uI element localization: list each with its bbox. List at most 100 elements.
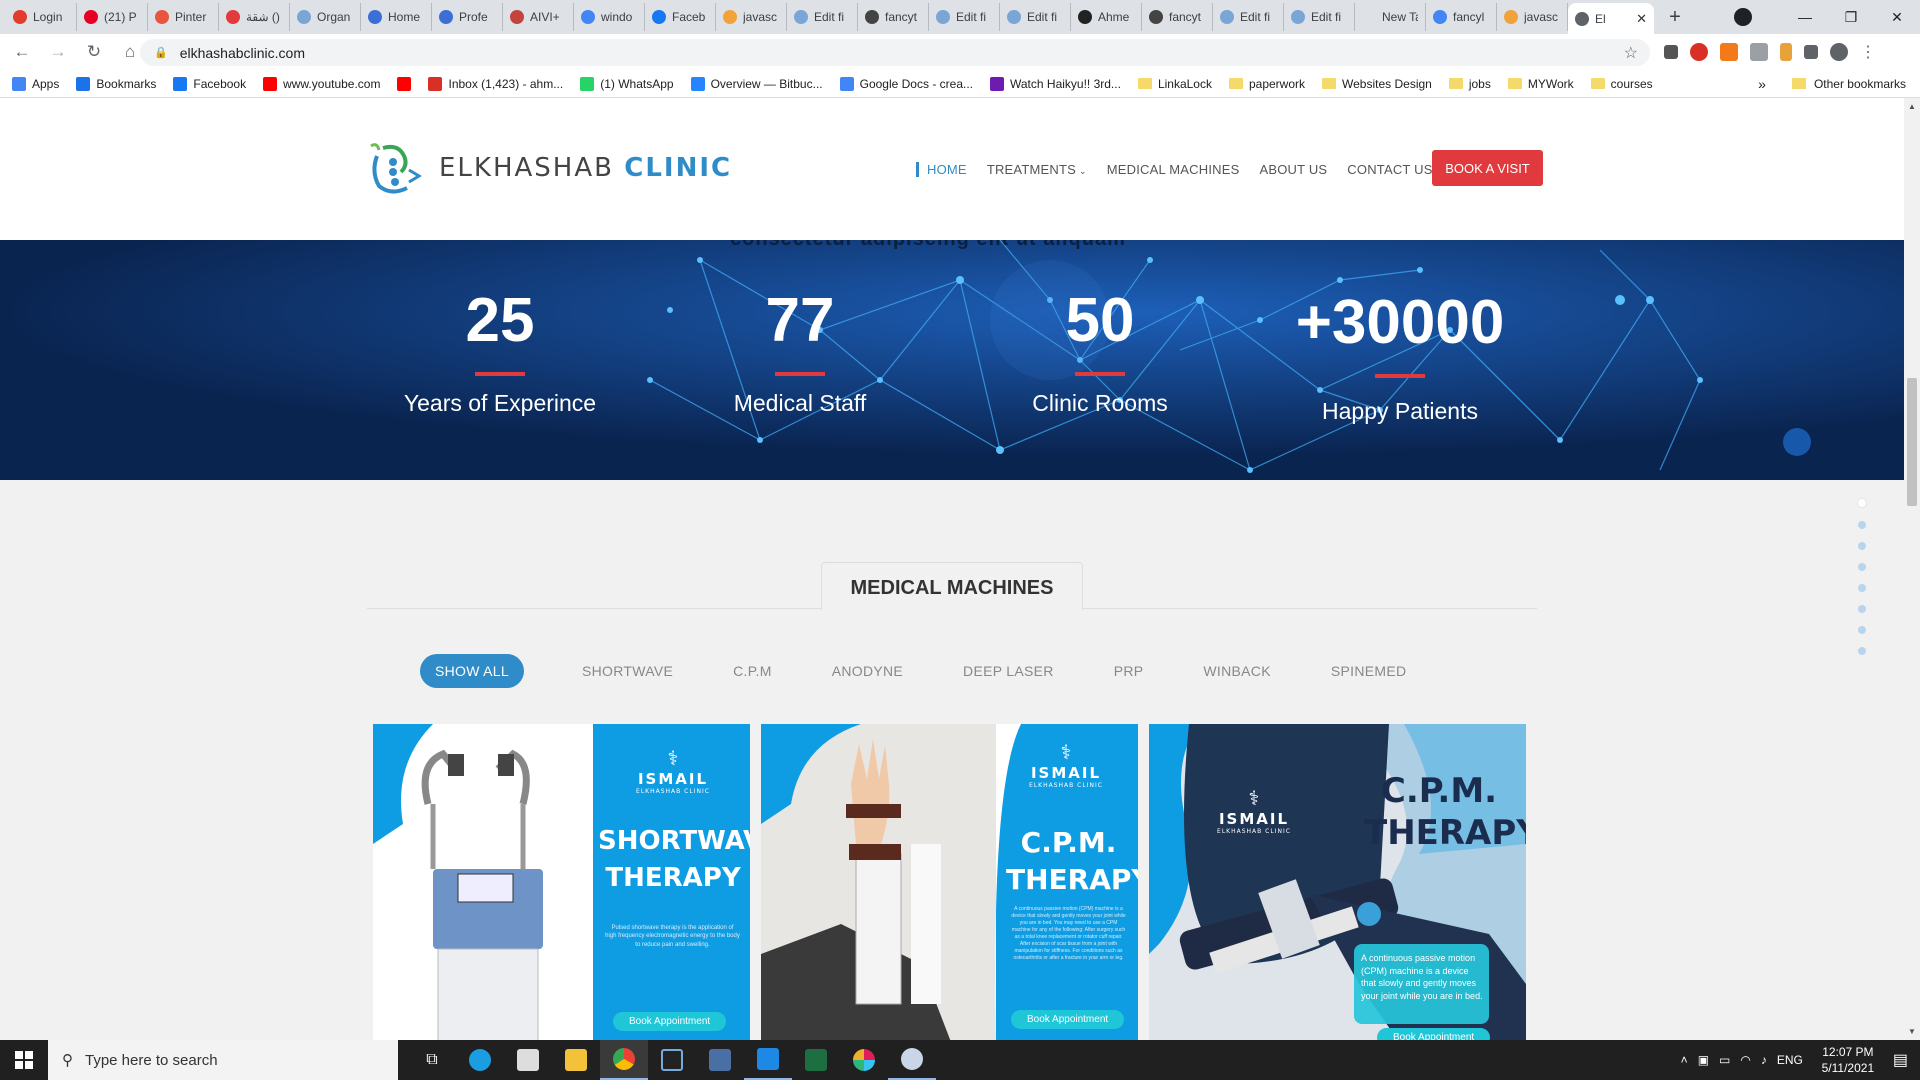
nav-dot[interactable] bbox=[1858, 563, 1866, 571]
browser-tab[interactable]: Edit fi bbox=[1284, 3, 1355, 31]
filter-tab[interactable]: SPINEMED bbox=[1331, 654, 1407, 688]
browser-tab[interactable]: New Tab bbox=[1355, 3, 1426, 31]
browser-tab[interactable]: javasc bbox=[716, 3, 787, 31]
store-icon[interactable] bbox=[504, 1040, 552, 1080]
nav-dot[interactable] bbox=[1858, 647, 1866, 655]
nav-dot[interactable] bbox=[1858, 521, 1866, 529]
bookmark-item[interactable]: MYWork bbox=[1507, 77, 1574, 91]
site-logo[interactable]: ELKHASHAB CLINIC bbox=[363, 136, 732, 200]
bookmark-item[interactable]: Watch Haikyu!! 3rd... bbox=[990, 76, 1121, 91]
book-appointment-button[interactable]: Book Appointment bbox=[1011, 1010, 1125, 1029]
browser-tab[interactable]: Home bbox=[361, 3, 432, 31]
bookmark-star-icon[interactable]: ☆ bbox=[1624, 43, 1638, 63]
scroll-thumb[interactable] bbox=[1907, 378, 1917, 506]
browser-tab-active[interactable]: El ✕ bbox=[1568, 3, 1654, 35]
windows-start-icon[interactable] bbox=[0, 1051, 48, 1069]
machine-card-shortwave[interactable]: ⚕ ISMAIL ELKHASHAB CLINIC SHORTWAVE THER… bbox=[373, 724, 750, 1040]
bookmark-item[interactable]: Apps bbox=[12, 76, 59, 91]
language-indicator[interactable]: ENG bbox=[1777, 1053, 1803, 1067]
nav-dot[interactable] bbox=[1857, 498, 1867, 508]
bookmark-item[interactable]: Facebook bbox=[173, 76, 246, 91]
browser-tab[interactable]: Edit fi bbox=[1000, 3, 1071, 31]
bookmark-item[interactable]: www.youtube.com bbox=[263, 76, 380, 91]
browser-tab[interactable]: fancyt bbox=[858, 3, 929, 31]
clock[interactable]: 12:07 PM 5/11/2021 bbox=[1813, 1044, 1883, 1076]
bookmark-item[interactable]: Bookmarks bbox=[76, 76, 156, 91]
nav-link[interactable]: HOME bbox=[916, 162, 967, 177]
book-appointment-button[interactable]: Book Appointment bbox=[1377, 1028, 1491, 1040]
page-scrollbar[interactable]: ▲ ▼ bbox=[1904, 98, 1920, 1040]
browser-tab[interactable]: Pinter bbox=[148, 3, 219, 31]
nav-link[interactable]: MEDICAL MACHINES bbox=[1107, 162, 1240, 177]
machine-card-cpm-2[interactable]: ⚕ ISMAIL ELKHASHAB CLINIC C.P.M. THERAPY… bbox=[1149, 724, 1526, 1040]
maximize-icon[interactable]: ❐ bbox=[1828, 9, 1874, 26]
off-extension-icon[interactable] bbox=[1720, 43, 1738, 61]
address-bar[interactable]: 🔒 elkhashabclinic.com ☆ bbox=[140, 39, 1650, 66]
vscode-icon[interactable] bbox=[744, 1040, 792, 1080]
bookmark-item[interactable]: paperwork bbox=[1228, 77, 1305, 91]
reload-icon[interactable]: ↻ bbox=[80, 42, 108, 62]
bookmark-item[interactable]: (1) WhatsApp bbox=[580, 76, 674, 91]
file-explorer-icon[interactable] bbox=[552, 1040, 600, 1080]
bookmark-item[interactable]: courses bbox=[1590, 77, 1653, 91]
browser-tab[interactable]: Edit fi bbox=[1213, 3, 1284, 31]
bookmark-item[interactable]: Google Docs - crea... bbox=[839, 76, 973, 91]
bookmark-item[interactable]: Websites Design bbox=[1322, 77, 1432, 91]
nav-dot[interactable] bbox=[1858, 542, 1866, 550]
browser-tab[interactable]: windo bbox=[574, 3, 645, 31]
browser-tab[interactable]: javasc bbox=[1497, 3, 1568, 31]
scroll-up-icon[interactable]: ▲ bbox=[1908, 102, 1916, 111]
nav-link[interactable]: ABOUT US bbox=[1259, 162, 1327, 177]
forward-icon[interactable]: → bbox=[44, 42, 72, 62]
book-a-visit-button[interactable]: BOOK A VISIT bbox=[1432, 150, 1543, 186]
browser-tab[interactable]: AIVI+ bbox=[503, 3, 574, 31]
eyedropper-extension-icon[interactable] bbox=[1664, 45, 1678, 59]
terminal-icon[interactable] bbox=[648, 1040, 696, 1080]
adblock-extension-icon[interactable] bbox=[1690, 43, 1708, 61]
filter-tab[interactable]: WINBACK bbox=[1203, 654, 1270, 688]
tray-expand-icon[interactable]: ˄ bbox=[1681, 1053, 1688, 1067]
machine-card-cpm[interactable]: ⚕ ISMAIL ELKHASHAB CLINIC C.P.M. THERAPY… bbox=[761, 724, 1138, 1040]
edge-icon[interactable] bbox=[456, 1040, 504, 1080]
browser-tab[interactable]: fancyt bbox=[1142, 3, 1213, 31]
paint-icon[interactable] bbox=[888, 1040, 936, 1080]
bookmark-item[interactable]: jobs bbox=[1448, 77, 1491, 91]
browser-tab[interactable]: Faceb bbox=[645, 3, 716, 31]
nav-dot[interactable] bbox=[1858, 626, 1866, 634]
minimize-icon[interactable]: — bbox=[1782, 9, 1828, 25]
scroll-down-icon[interactable]: ▼ bbox=[1908, 1027, 1916, 1036]
profile-menu-icon[interactable] bbox=[1734, 8, 1752, 26]
browser-tab[interactable]: Login bbox=[6, 3, 77, 31]
browser-tab[interactable]: شقة () bbox=[219, 3, 290, 31]
shield-extension-icon[interactable] bbox=[1750, 43, 1768, 61]
filter-tab[interactable]: SHORTWAVE bbox=[582, 654, 673, 688]
slack-icon[interactable] bbox=[840, 1040, 888, 1080]
wifi-icon[interactable]: ◠ bbox=[1740, 1053, 1750, 1067]
volume-icon[interactable]: ♪ bbox=[1761, 1053, 1767, 1067]
bookmark-item[interactable] bbox=[397, 76, 412, 91]
filter-tab[interactable]: C.P.M bbox=[733, 654, 772, 688]
task-view-icon[interactable]: ⧉ bbox=[408, 1040, 456, 1080]
new-tab-button[interactable]: + bbox=[1660, 6, 1690, 29]
browser-tab[interactable]: fancyl bbox=[1426, 3, 1497, 31]
back-icon[interactable]: ← bbox=[8, 42, 36, 62]
battery-icon[interactable]: ▭ bbox=[1719, 1053, 1730, 1067]
chrome-menu-icon[interactable]: ⋮ bbox=[1860, 42, 1876, 62]
book-appointment-button[interactable]: Book Appointment bbox=[613, 1012, 727, 1031]
browser-tab[interactable]: Edit fi bbox=[787, 3, 858, 31]
profile-avatar[interactable] bbox=[1830, 43, 1848, 61]
bookmark-item[interactable]: LinkaLock bbox=[1137, 77, 1212, 91]
filter-tab[interactable]: DEEP LASER bbox=[963, 654, 1054, 688]
browser-tab[interactable]: Organ bbox=[290, 3, 361, 31]
filter-tab[interactable]: PRP bbox=[1114, 654, 1144, 688]
filter-tab[interactable]: ANODYNE bbox=[832, 654, 903, 688]
bookmark-item[interactable]: Overview — Bitbuc... bbox=[690, 76, 823, 91]
filter-tab[interactable]: SHOW ALL bbox=[420, 654, 524, 688]
close-window-icon[interactable]: ✕ bbox=[1874, 9, 1920, 26]
browser-tab[interactable]: Edit fi bbox=[929, 3, 1000, 31]
bookmark-item[interactable]: Inbox (1,423) - ahm... bbox=[428, 76, 563, 91]
other-bookmarks[interactable]: Other bookmarks bbox=[1814, 77, 1906, 91]
excel-icon[interactable] bbox=[792, 1040, 840, 1080]
nav-link[interactable]: CONTACT US bbox=[1347, 162, 1432, 177]
puzzle-extensions-icon[interactable] bbox=[1804, 45, 1818, 59]
